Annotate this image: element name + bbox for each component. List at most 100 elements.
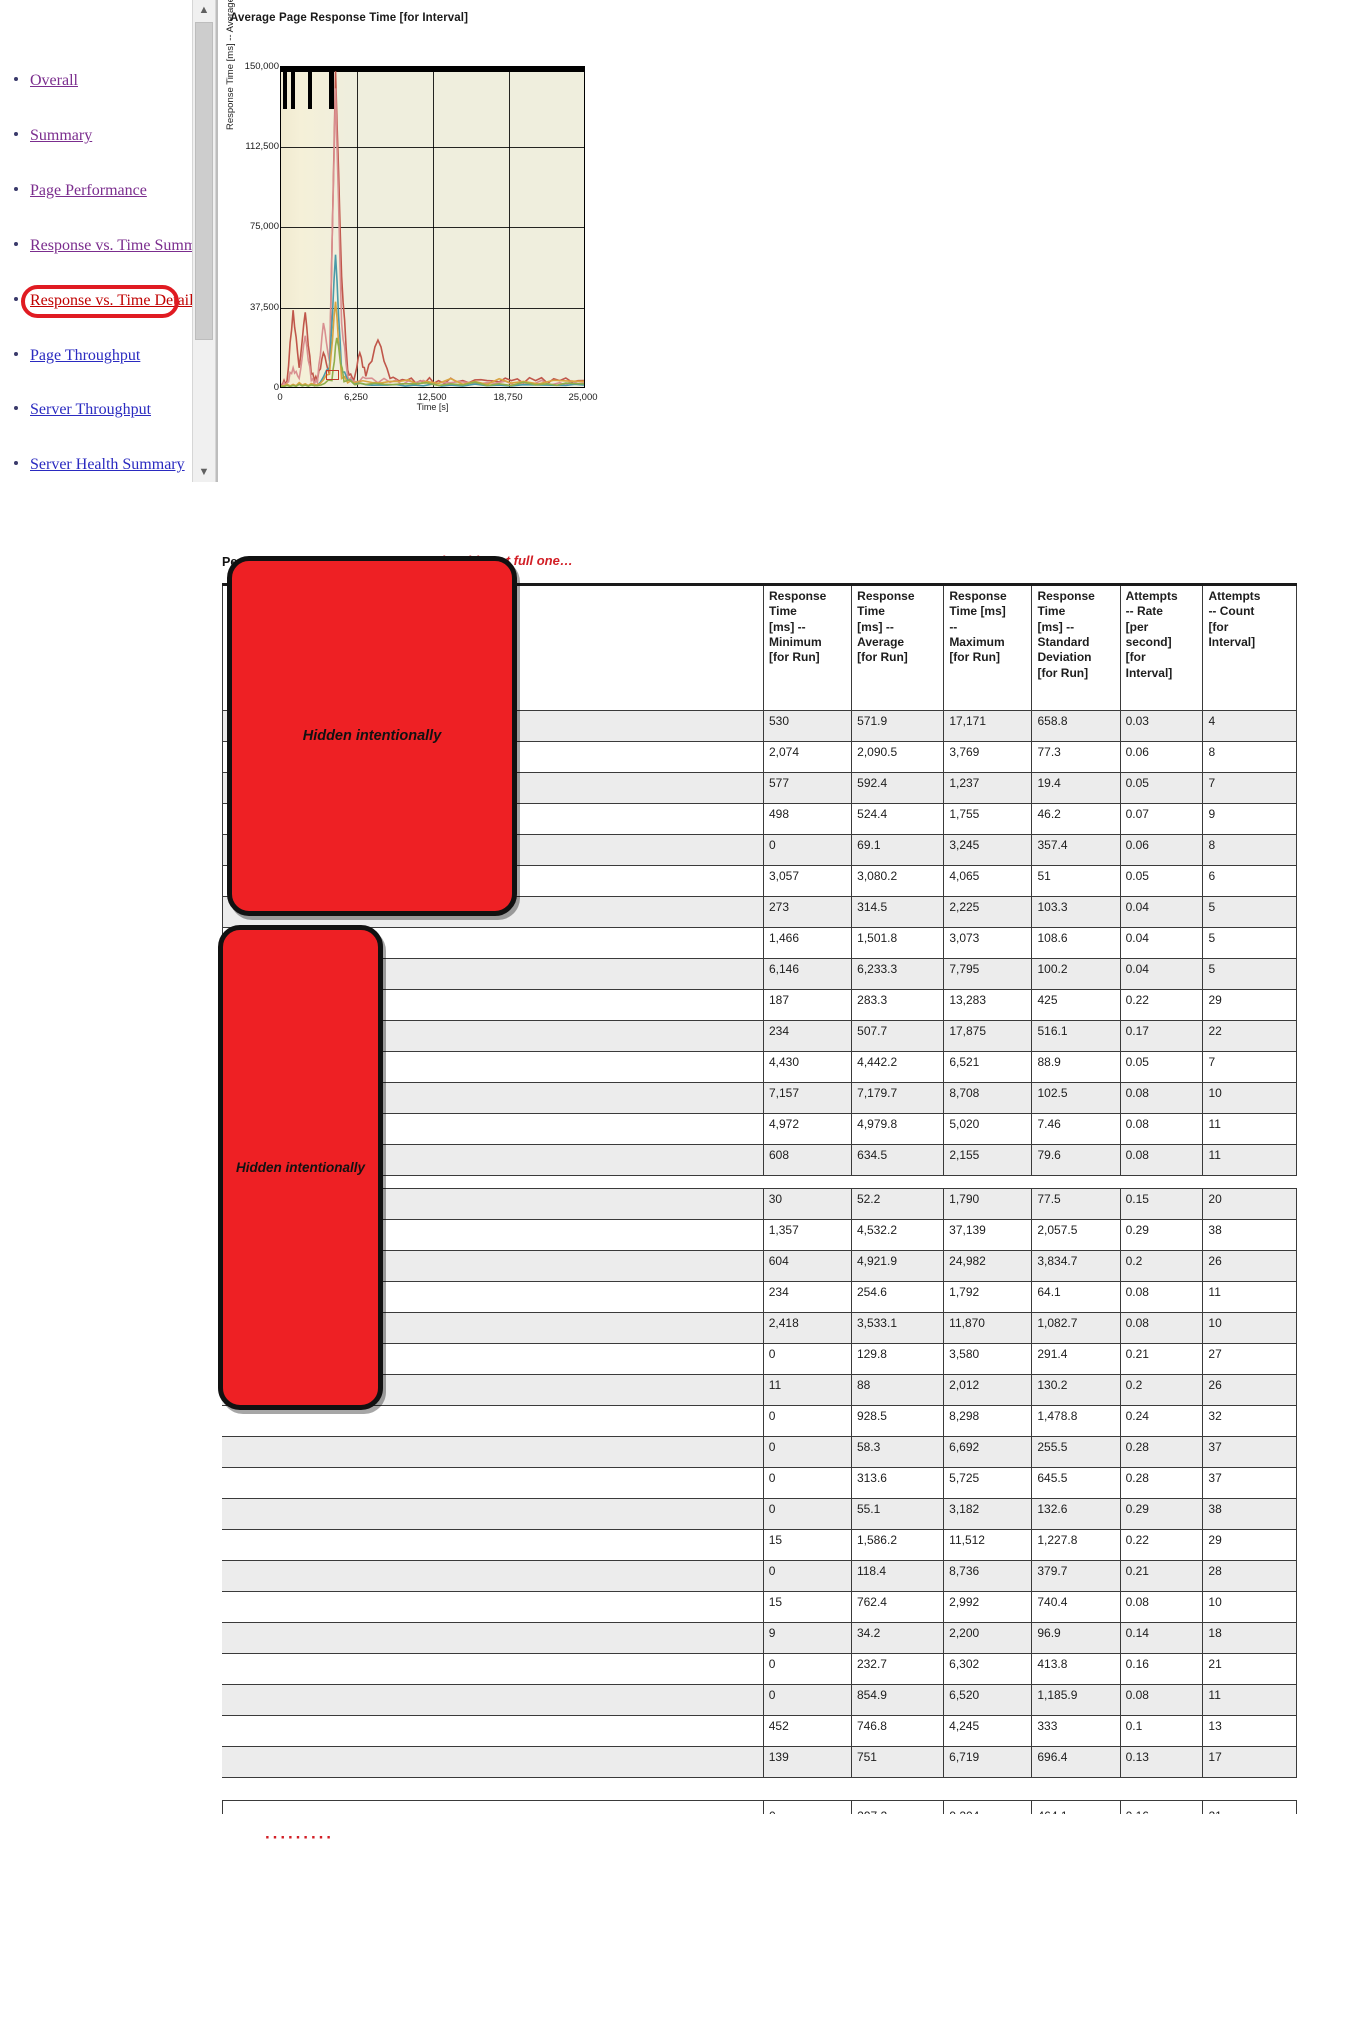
cell-response-max: 1,755 [943, 803, 1033, 835]
table-row[interactable]: 1,466 1,501.8 3,073 108.6 0.04 5 [222, 927, 1297, 959]
cell-attempts-count: 13 [1202, 1715, 1297, 1747]
chart-selection-marker [326, 370, 339, 380]
table-row[interactable]: 234 254.6 1,792 64.1 0.08 11 [222, 1281, 1297, 1313]
cell-attempts-count: 26 [1202, 1374, 1297, 1406]
chart-y-ticks: 150,000 112,500 75,000 37,500 0 [217, 30, 279, 393]
cell-response-avg: 3,533.1 [850, 1312, 945, 1344]
cell-response-stddev: 1,227.8 [1031, 1529, 1121, 1561]
table-row[interactable]: 0 313.6 5,725 645.5 0.28 37 [222, 1467, 1297, 1499]
table-row[interactable]: 0 232.7 6,302 413.8 0.16 21 [222, 1653, 1297, 1685]
table-row[interactable]: 0297.29,204464.10.1621 [222, 1800, 1297, 1814]
table-row[interactable]: 234 507.7 17,875 516.1 0.17 22 [222, 1020, 1297, 1052]
column-header-line: Interval] [1125, 665, 1173, 680]
cell-response-min: 530 [762, 710, 853, 742]
table-row[interactable]: 608 634.5 2,155 79.6 0.08 11 [222, 1144, 1297, 1176]
table-row[interactable]: 9 34.2 2,200 96.9 0.14 18 [222, 1622, 1297, 1654]
cell-response-min: 0 [762, 834, 853, 866]
cell-response-avg: 313.6 [850, 1467, 945, 1499]
table-row[interactable]: 0 129.8 3,580 291.4 0.21 27 [222, 1343, 1297, 1375]
table-row[interactable]: 11 88 2,012 130.2 0.2 26 [222, 1374, 1297, 1406]
chart-series-svg [281, 67, 584, 387]
cell-response-stddev: 425 [1031, 989, 1121, 1021]
cell-name [222, 1498, 764, 1530]
cell-response-avg: 232.7 [850, 1653, 945, 1685]
table-row[interactable]: 0 58.3 6,692 255.5 0.28 37 [222, 1436, 1297, 1468]
table-row-clipped: 0297.29,204464.10.1621 [222, 1800, 1297, 1814]
cell-attempts-count: 5 [1202, 927, 1297, 959]
bullet-icon [14, 297, 18, 301]
sidebar-link-summary[interactable]: Summary [30, 127, 92, 144]
bullet-icon [14, 461, 18, 465]
cell-response-stddev: 696.4 [1031, 1746, 1121, 1778]
table-row[interactable]: 0 928.5 8,298 1,478.8 0.24 32 [222, 1405, 1297, 1437]
table-row[interactable]: 15 762.4 2,992 740.4 0.08 10 [222, 1591, 1297, 1623]
cell-response-avg: 524.4 [851, 803, 945, 835]
chart-x-ticks: 0 6,250 12,500 18,750 25,000 [277, 388, 597, 403]
chart-plot-area [280, 66, 585, 388]
column-header-line: [for [1208, 619, 1229, 634]
table-row[interactable]: 187 283.3 13,283 425 0.22 29 [222, 989, 1297, 1021]
cell-response-min: 0 [762, 1343, 852, 1375]
table-row[interactable]: 4,430 4,442.2 6,521 88.9 0.05 7 [222, 1051, 1297, 1083]
scroll-up-arrow-icon[interactable]: ▲ [193, 0, 215, 20]
sidebar-item-server-throughput[interactable]: Server Throughput [14, 401, 151, 419]
sidebar-link-response-vs-time-summary[interactable]: Response vs. Time Summary [30, 237, 217, 254]
table-row[interactable]: 0 854.9 6,520 1,185.9 0.08 11 [222, 1684, 1297, 1716]
sidebar-item-page-performance[interactable]: Page Performance [14, 182, 147, 200]
table-row[interactable]: 139 751 6,719 696.4 0.13 17 [222, 1746, 1297, 1778]
column-header-line: Standard [1037, 635, 1090, 650]
cell-response-stddev: 357.4 [1031, 834, 1121, 866]
cell-response-max: 2,012 [943, 1374, 1033, 1406]
table-row[interactable]: 0 55.1 3,182 132.6 0.29 38 [222, 1498, 1297, 1530]
sidebar-item-overall[interactable]: Overall [14, 72, 78, 90]
cell-response-max: 5,725 [943, 1467, 1033, 1499]
cell-response-stddev: 658.8 [1031, 710, 1121, 742]
sidebar-link-server-health-summary[interactable]: Server Health Summary [30, 456, 185, 473]
cell-attempts-rate: 0.03 [1119, 710, 1204, 742]
column-header-line: [for Run] [769, 650, 820, 665]
column-header-line: Response [857, 589, 915, 603]
cell-response-max: 6,692 [943, 1436, 1033, 1468]
table-row[interactable]: 7,157 7,179.7 8,708 102.5 0.08 10 [222, 1082, 1297, 1114]
sidebar-link-page-throughput[interactable]: Page Throughput [30, 347, 140, 364]
cell-response-avg: 118.4 [850, 1560, 945, 1592]
y-tick-label: 0 [273, 382, 279, 393]
sidebar-item-page-throughput[interactable]: Page Throughput [14, 347, 140, 365]
cell-response-avg: 854.9 [850, 1684, 945, 1716]
sidebar-link-server-throughput[interactable]: Server Throughput [30, 401, 151, 418]
cell-attempts-count: 11 [1202, 1113, 1297, 1145]
scroll-down-arrow-icon[interactable]: ▼ [193, 462, 215, 482]
cell-response-min: 2,074 [762, 741, 853, 773]
cell-response-avg: 4,979.8 [851, 1113, 945, 1145]
column-header-attempts-count: Attempts -- Count [for Interval] [1202, 583, 1297, 711]
sidebar-item-summary[interactable]: Summary [14, 127, 92, 145]
table-row[interactable]: 604 4,921.9 24,982 3,834.7 0.2 26 [222, 1250, 1297, 1282]
cell-response-stddev: 64.1 [1031, 1281, 1121, 1313]
cell-response-stddev: 7.46 [1031, 1113, 1121, 1145]
sidebar-link-overall[interactable]: Overall [30, 72, 78, 89]
sidebar-item-server-health-summary[interactable]: Server Health Summary [14, 456, 185, 474]
cell-attempts-rate: 0.04 [1119, 927, 1204, 959]
sidebar-link-page-performance[interactable]: Page Performance [30, 182, 147, 199]
table-row[interactable]: 1,357 4,532.2 37,139 2,057.5 0.29 38 [222, 1219, 1297, 1251]
column-header-line: Attempts [1125, 589, 1178, 603]
table-row[interactable]: 14,9724,979.85,0207.460.0811 [222, 1113, 1297, 1145]
cell-response-max: 8,736 [943, 1560, 1033, 1592]
table-row[interactable]: 2,418 3,533.1 11,870 1,082.7 0.08 10 [222, 1312, 1297, 1344]
sidebar-item-response-vs-time-summary[interactable]: Response vs. Time Summary [14, 237, 217, 255]
table-row[interactable]: 6,146 6,233.3 7,795 100.2 0.04 5 [222, 958, 1297, 990]
cell-response-stddev: 130.2 [1031, 1374, 1121, 1406]
cell-attempts-rate: 0.13 [1119, 1746, 1204, 1778]
cell-response-max: 8,298 [943, 1405, 1033, 1437]
cell-response-max: 13,283 [943, 989, 1033, 1021]
table-row[interactable]: 452 746.8 4,245 333 0.1 13 [222, 1715, 1297, 1747]
cell-response-max: 2,992 [943, 1591, 1033, 1623]
scrollbar-thumb[interactable] [195, 22, 213, 340]
vertical-scrollbar[interactable]: ▲ ▼ [192, 0, 216, 482]
table-row[interactable]: 0 118.4 8,736 379.7 0.21 28 [222, 1560, 1297, 1592]
table-row[interactable]: 15 1,586.2 11,512 1,227.8 0.22 29 [222, 1529, 1297, 1561]
cell-response-max: 9,204 [943, 1800, 1033, 1814]
cell-name [222, 1684, 764, 1716]
cell-attempts-rate: 0.08 [1119, 1684, 1204, 1716]
table-row[interactable]: 30 52.2 1,790 77.5 0.15 20 [222, 1188, 1297, 1220]
